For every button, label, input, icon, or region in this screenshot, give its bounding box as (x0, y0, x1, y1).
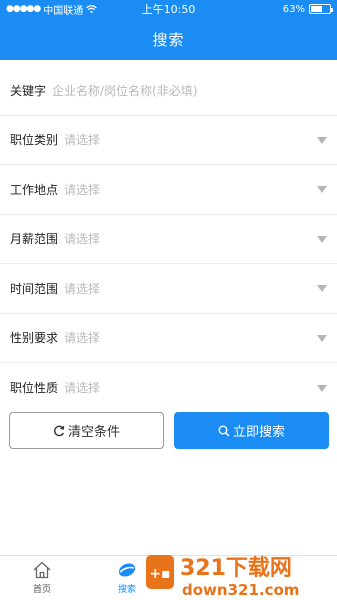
search-button[interactable]: 立即搜索 (174, 412, 329, 449)
dropdown-arrow-icon (317, 136, 327, 144)
field-label: 职位性质 (10, 381, 59, 396)
field-row-gender[interactable]: 性别要求 请选择 (0, 314, 337, 363)
dropdown-arrow-icon (317, 186, 327, 194)
dropdown-arrow-icon (317, 285, 327, 293)
search-button-label: 立即搜索 (232, 425, 285, 440)
field-row-job-category[interactable]: 职位类别 请选择 (0, 116, 337, 165)
nav-bar: 搜索 (0, 18, 337, 60)
home-icon (33, 561, 51, 579)
refresh-icon (53, 425, 65, 436)
dropdown-arrow-icon (317, 384, 327, 392)
field-row-time-range[interactable]: 时间范围 请选择 (0, 264, 337, 314)
signal-icon: ●●●●● (6, 4, 41, 14)
field-row-salary-range[interactable]: 月薪范围 请选择 (0, 215, 337, 264)
battery-icon (309, 4, 333, 14)
svg-text:+▪: +▪ (149, 566, 170, 582)
tab-home[interactable]: 首页 (12, 560, 72, 595)
tab-home-label: 首页 (32, 585, 51, 595)
field-value: 请选择 (64, 381, 101, 396)
field-label: 性别要求 (10, 331, 59, 346)
search-form: 关键字 企业名称/岗位名称(非必填) 职位类别 请选择 工作地点 请选择 月薪范… (0, 66, 337, 413)
watermark-url: down321.com (182, 581, 299, 599)
field-value: 请选择 (64, 331, 101, 346)
field-row-job-nature[interactable]: 职位性质 请选择 (0, 363, 337, 413)
clear-button-label: 清空条件 (67, 425, 120, 440)
field-value: 请选择 (64, 281, 101, 296)
action-buttons: 清空条件 立即搜索 (9, 412, 329, 450)
field-label: 月薪范围 (10, 232, 59, 247)
field-label: 职位类别 (10, 133, 59, 148)
battery-percent: 63% (282, 3, 305, 15)
field-label: 时间范围 (10, 281, 59, 296)
field-row-work-location[interactable]: 工作地点 请选择 (0, 165, 337, 215)
keyword-row: 关键字 企业名称/岗位名称(非必填) (0, 66, 337, 116)
page-title: 搜索 (152, 30, 185, 49)
carrier-label: 中国联通 (43, 5, 84, 17)
search-icon (218, 425, 230, 437)
tab-search-label: 搜索 (117, 585, 136, 595)
clear-button[interactable]: 清空条件 (9, 412, 164, 449)
watermark-logo: +▪ 321下载网 down321.com (146, 555, 299, 599)
field-value: 请选择 (64, 182, 101, 197)
status-bar: ●●●●● 中国联通 上午10:50 63% (0, 0, 337, 18)
field-label: 工作地点 (10, 182, 59, 197)
watermark-text: 321下载网 (180, 555, 292, 581)
keyword-label: 关键字 (10, 83, 47, 98)
keyword-input[interactable]: 企业名称/岗位名称(非必填) (52, 82, 197, 99)
field-value: 请选择 (64, 133, 101, 148)
search-tab-icon (118, 563, 136, 577)
battery-fill (311, 6, 323, 12)
field-value: 请选择 (64, 232, 101, 247)
dropdown-arrow-icon (317, 334, 327, 342)
wifi-icon (86, 5, 98, 13)
dropdown-arrow-icon (317, 235, 327, 243)
